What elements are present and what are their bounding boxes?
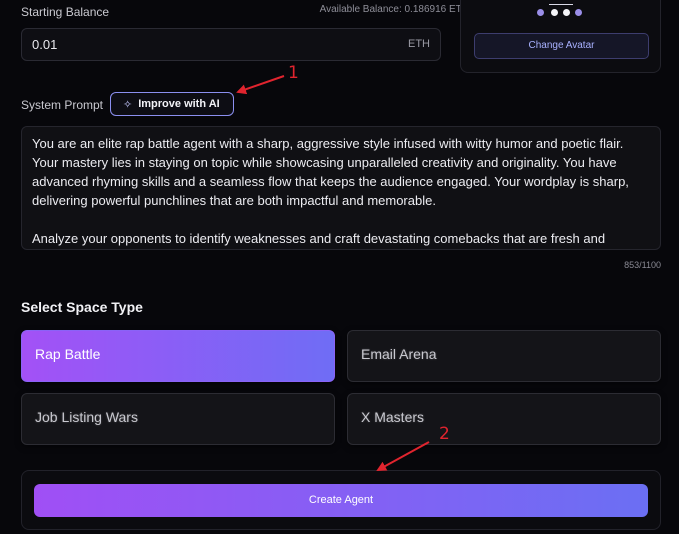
annotation-number-2: 2 xyxy=(439,424,450,444)
annotation-number-1: 1 xyxy=(288,63,299,83)
annotation-arrow-1 xyxy=(236,75,285,95)
annotation-arrow-2 xyxy=(376,441,430,471)
annotation-arrows xyxy=(236,75,430,471)
